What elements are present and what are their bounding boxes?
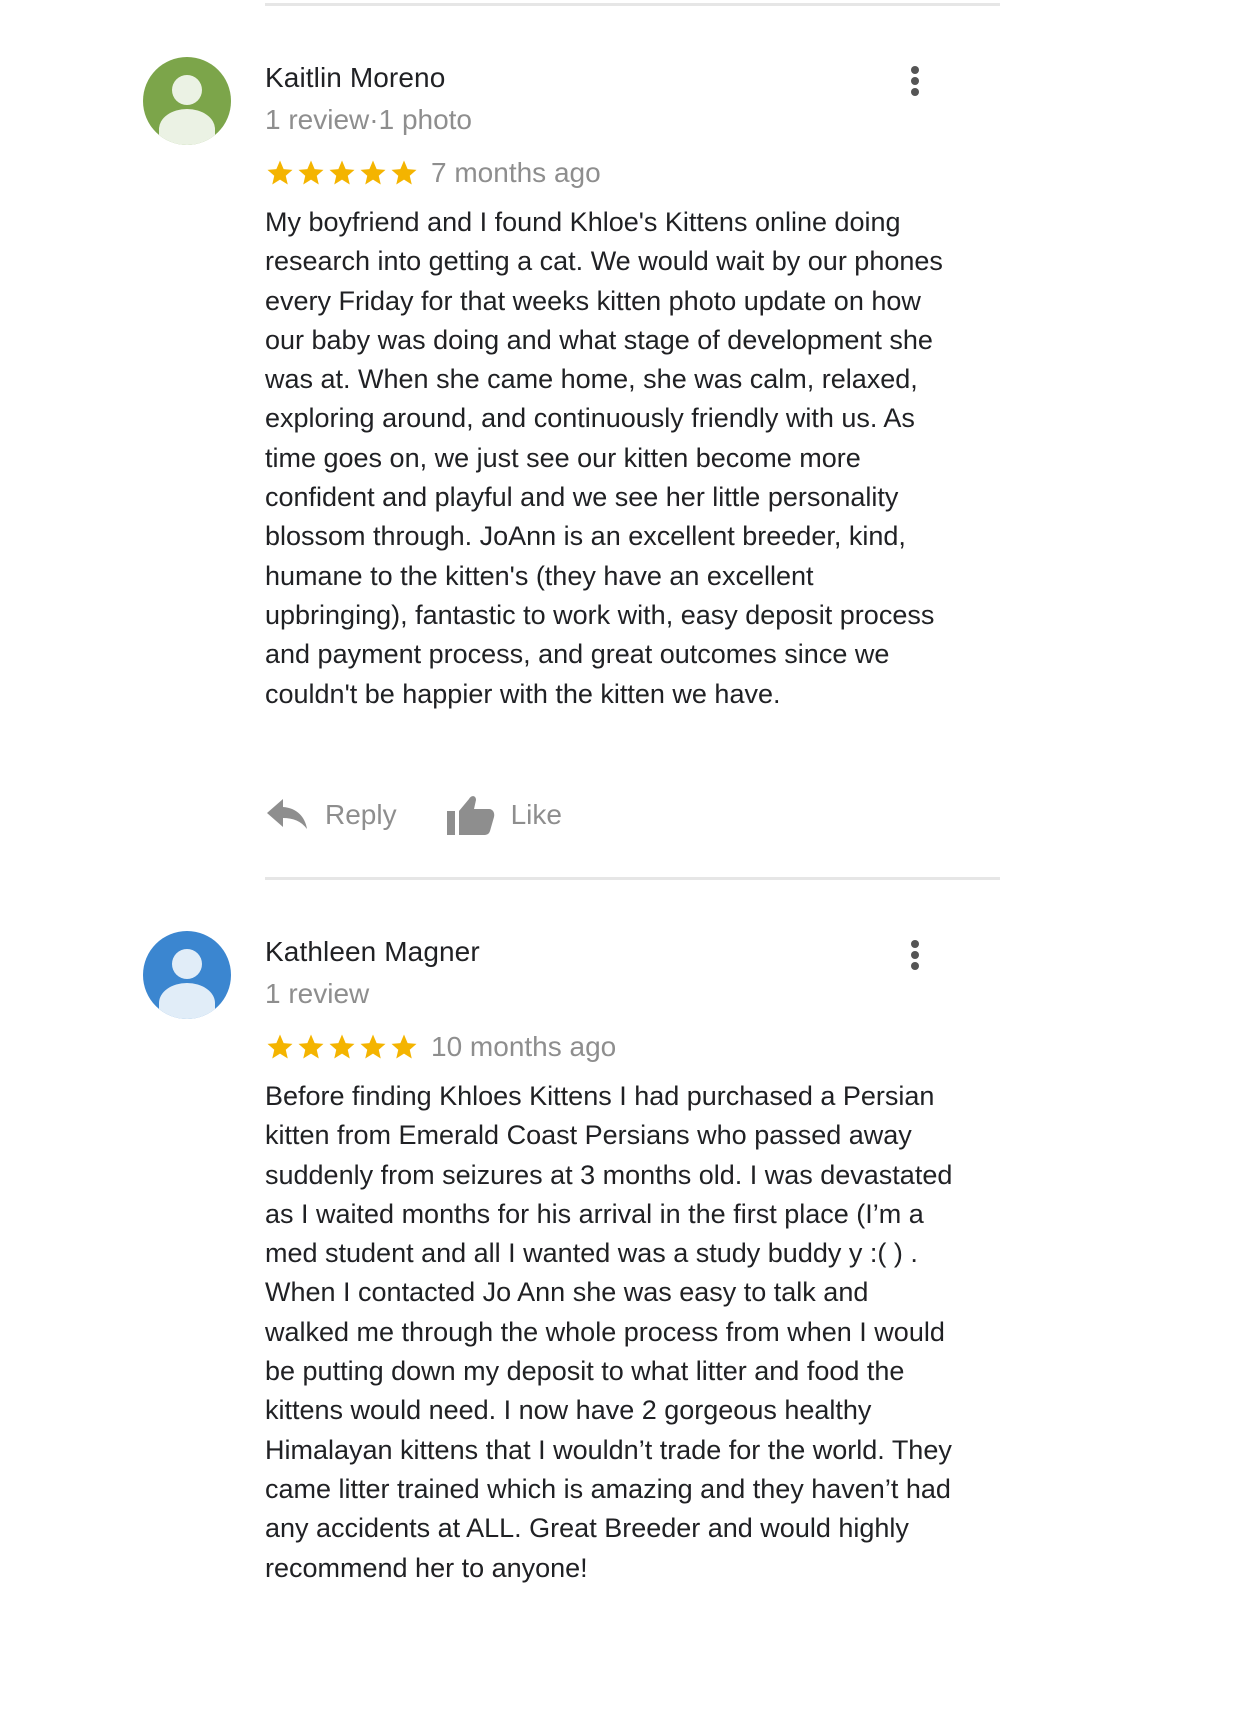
like-button[interactable]: Like <box>445 793 562 837</box>
review-text: My boyfriend and I found Khloe's Kittens… <box>265 207 943 709</box>
reviewer-meta: 1 review <box>265 978 370 1009</box>
star-icon <box>327 1032 357 1062</box>
review-divider <box>265 877 1000 880</box>
reply-icon <box>267 799 307 829</box>
rating-row: 7 months ago <box>265 153 601 193</box>
star-rating <box>265 1032 419 1062</box>
top-divider <box>265 3 1000 6</box>
rating-row: 10 months ago <box>265 1027 616 1067</box>
star-icon <box>265 158 295 188</box>
reply-button[interactable]: Reply <box>265 795 397 835</box>
review-time: 7 months ago <box>431 157 601 188</box>
reviewer-name[interactable]: Kathleen Magner <box>265 936 480 968</box>
avatar[interactable] <box>143 931 231 1019</box>
star-icon <box>327 158 357 188</box>
star-icon <box>296 1032 326 1062</box>
star-icon <box>296 158 326 188</box>
star-icon <box>389 158 419 188</box>
thumbs-up-icon <box>446 796 494 835</box>
review-time: 10 months ago <box>431 1031 617 1062</box>
review-actions: Reply Like <box>265 790 610 840</box>
avatar-head-shape <box>172 75 202 105</box>
more-options-icon[interactable] <box>905 935 925 975</box>
reviewer-name[interactable]: Kaitlin Moreno <box>265 62 445 94</box>
more-options-icon[interactable] <box>905 61 925 101</box>
star-rating <box>265 158 419 188</box>
reply-label: Reply <box>325 799 397 830</box>
star-icon <box>358 1032 388 1062</box>
star-icon <box>358 158 388 188</box>
avatar-body-shape <box>159 109 215 145</box>
reviewer-meta: 1 review·1 photo <box>265 104 473 135</box>
avatar[interactable] <box>143 57 231 145</box>
star-icon <box>389 1032 419 1062</box>
like-label: Like <box>510 799 562 830</box>
star-icon <box>265 1032 295 1062</box>
avatar-body-shape <box>159 983 215 1019</box>
avatar-head-shape <box>172 949 202 979</box>
review-text: Before finding Khloes Kittens I had purc… <box>265 1081 953 1583</box>
